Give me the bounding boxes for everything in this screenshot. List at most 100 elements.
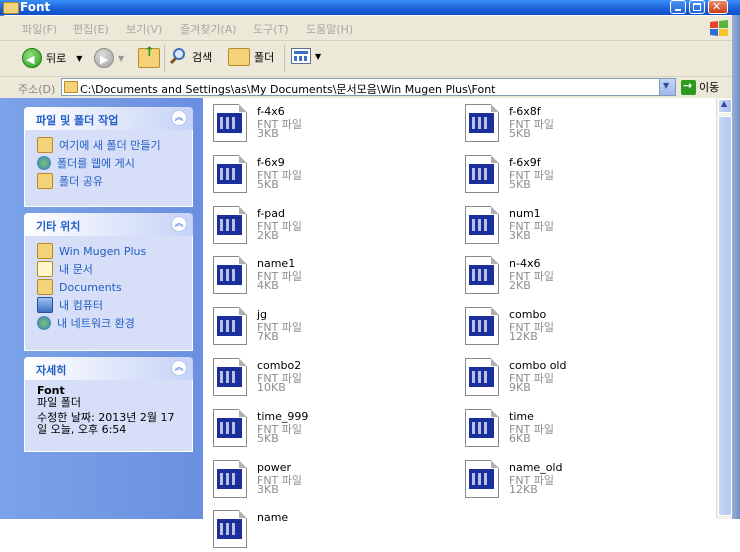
publish-folder-link[interactable]: 폴더를 웹에 게시 [37,154,192,172]
details-panel: 자세히 ︽ Font 파일 폴더 수정한 날짜: 2013년 2월 17 일 오… [24,357,193,452]
file-item[interactable]: n-4x6 FNT 파일 2KB [457,252,677,298]
up-folder-button[interactable]: ↑ [138,45,160,68]
my-documents-icon [37,261,53,277]
place-win-mugen-plus[interactable]: Win Mugen Plus [37,242,192,260]
address-dropdown-button[interactable]: ▼ [659,79,675,95]
fnt-file-icon [213,510,247,549]
file-size: 4KB [257,279,279,293]
file-item[interactable]: f-6x8f FNT 파일 5KB [457,100,677,146]
fnt-file-icon [465,154,499,193]
fnt-file-icon [213,104,247,142]
window-title: Font [20,0,51,14]
file-item[interactable]: power FNT 파일 3KB [205,456,425,502]
windows-logo-icon [710,20,728,36]
file-size: 5KB [509,177,531,191]
file-item[interactable]: jg FNT 파일 7KB [205,303,425,349]
toolbar-separator [164,45,165,72]
details-title: 자세히 [36,364,67,377]
place-network[interactable]: 내 네트워크 환경 [37,314,192,332]
title-bar[interactable]: Font ✕ [0,0,740,15]
scroll-up-button[interactable]: ▲ [718,99,732,113]
file-size: 2KB [509,279,531,293]
views-dropdown-icon: ▼ [315,51,322,61]
other-places-header[interactable]: 기타 위치 ︽ [24,213,193,236]
file-item[interactable]: f-6x9 FNT 파일 5KB [205,151,425,197]
search-button[interactable]: 검색 [169,48,212,66]
menu-file[interactable]: 파일(F) [22,21,57,37]
file-size: 3KB [509,228,531,242]
task-item-label: 여기에 새 폴더 만들기 [59,139,161,152]
address-input[interactable]: C:\Documents and Settings\as\My Document… [61,78,676,96]
file-size: 10KB [257,381,286,394]
file-item[interactable]: name1 FNT 파일 4KB [205,252,425,298]
place-label: 내 컴퓨터 [59,299,103,312]
folder-icon [3,2,19,14]
file-item[interactable]: combo FNT 파일 12KB [457,303,677,349]
go-arrow-icon: → [681,79,696,95]
file-size: 5KB [509,127,531,140]
file-item[interactable]: time_999 FNT 파일 5KB [205,405,425,451]
file-item[interactable]: f-4x6 FNT 파일 3KB [205,100,425,146]
views-icon [291,48,311,64]
fnt-file-icon [465,104,499,142]
place-my-documents[interactable]: 내 문서 [37,260,192,278]
file-item[interactable]: combo old FNT 파일 9KB [457,354,677,400]
place-documents[interactable]: Documents [37,278,192,296]
collapse-icon[interactable]: ︽ [171,216,187,232]
minimize-button[interactable] [670,0,686,14]
details-header[interactable]: 자세히 ︽ [24,357,193,380]
file-size: 5KB [257,431,279,445]
menu-edit[interactable]: 편집(E) [73,21,109,37]
file-size: 3KB [257,482,279,496]
chevron-down-icon: ▼ [663,81,670,90]
globe-icon [37,156,51,170]
share-folder-icon [37,173,53,189]
forward-dropdown-icon[interactable]: ▼ [118,54,124,63]
details-body: Font 파일 폴더 수정한 날짜: 2013년 2월 17 일 오늘, 오후 … [24,380,193,452]
share-folder-link[interactable]: 폴더 공유 [37,172,192,190]
address-bar: 주소(D) C:\Documents and Settings\as\My Do… [0,77,740,99]
details-type: 파일 폴더 [37,396,81,409]
file-item[interactable]: name [205,506,425,552]
file-size: 12KB [509,330,538,344]
fnt-file-icon [213,307,247,346]
file-item[interactable]: f-6x9f FNT 파일 5KB [457,151,677,197]
vertical-scrollbar[interactable]: ▲ [716,98,733,519]
forward-button[interactable]: ▶ ▼ [94,48,124,68]
tasks-panel: 파일 및 폴더 작업 ︽ 여기에 새 폴더 만들기 폴더를 웹에 게시 폴더 공… [24,107,193,207]
network-icon [37,316,51,330]
make-new-folder-link[interactable]: 여기에 새 폴더 만들기 [37,136,192,154]
place-my-computer[interactable]: 내 컴퓨터 [37,296,192,314]
go-button[interactable]: → 이동 [681,79,719,95]
views-button[interactable]: ▼ [291,48,321,64]
file-item[interactable]: num1 FNT 파일 3KB [457,202,677,248]
close-button[interactable]: ✕ [708,0,728,14]
back-dropdown-icon[interactable]: ▼ [76,54,82,63]
file-size: 9KB [509,381,531,394]
menu-tools[interactable]: 도구(T) [253,21,289,37]
file-size: 6KB [509,431,531,445]
other-places-panel: 기타 위치 ︽ Win Mugen Plus 내 문서 Documents 내 … [24,213,193,351]
address-label: 주소(D) [18,83,56,96]
file-item[interactable]: name_old FNT 파일 12KB [457,456,677,502]
back-button[interactable]: ◀ 뒤로 ▼ [22,48,82,68]
other-places-body: Win Mugen Plus 내 문서 Documents 내 컴퓨터 내 네트… [24,236,193,351]
collapse-icon[interactable]: ︽ [171,360,187,376]
file-name: name [257,511,289,525]
forward-arrow-icon: ▶ [94,48,114,68]
menu-favorites[interactable]: 즐겨찾기(A) [180,21,237,37]
maximize-button[interactable] [689,0,705,14]
tasks-panel-header[interactable]: 파일 및 폴더 작업 ︽ [24,107,193,130]
menu-help[interactable]: 도움말(H) [306,21,353,37]
file-item[interactable]: f-pad FNT 파일 2KB [205,202,425,248]
computer-icon [37,297,53,313]
file-item[interactable]: time FNT 파일 6KB [457,405,677,451]
folders-button[interactable]: 폴더 [228,48,274,66]
file-item[interactable]: combo2 FNT 파일 10KB [205,354,425,400]
task-item-label: 폴더 공유 [59,175,103,188]
menu-view[interactable]: 보기(V) [126,21,162,37]
fnt-file-icon [213,408,247,447]
collapse-icon[interactable]: ︽ [171,110,187,126]
scroll-thumb[interactable] [718,116,732,516]
tasks-panel-body: 여기에 새 폴더 만들기 폴더를 웹에 게시 폴더 공유 [24,130,193,207]
